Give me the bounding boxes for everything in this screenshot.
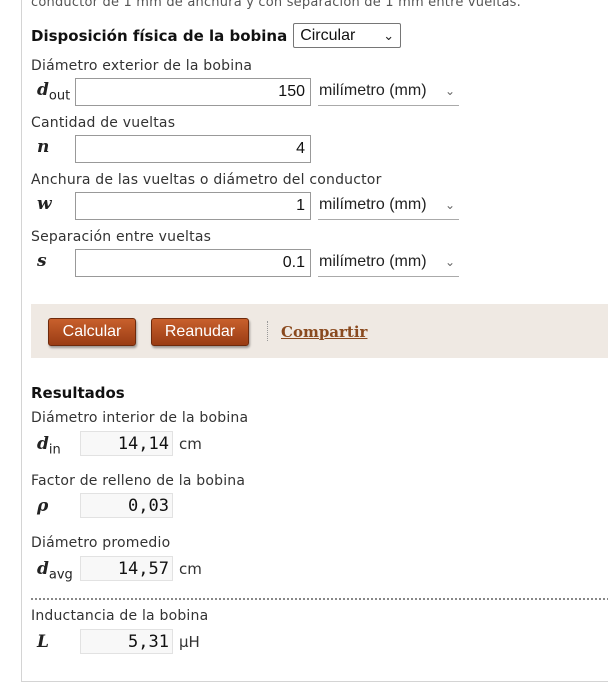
inner-diameter-symbol: din — [37, 434, 61, 458]
width-label: Anchura de las vueltas o diámetro del co… — [31, 172, 382, 188]
share-link[interactable]: Compartir — [281, 323, 367, 341]
layout-select[interactable]: Circular ⌄ — [293, 23, 402, 48]
width-symbol: w — [37, 194, 52, 214]
layout-select-value: Circular — [300, 26, 356, 44]
average-diameter-output: 14,57 — [80, 556, 173, 581]
intro-text: conductor de 1 mm de anchura y con separ… — [31, 0, 521, 10]
results-divider — [31, 598, 608, 600]
action-bar: Calcular Reanudar Compartir — [31, 304, 608, 358]
average-diameter-symbol: davg — [37, 559, 73, 583]
calculator-panel: conductor de 1 mm de anchura y con separ… — [21, 0, 608, 682]
width-input[interactable]: 1 — [75, 192, 311, 220]
inductance-symbol: L — [37, 632, 49, 652]
chevron-down-icon: ⌄ — [444, 84, 455, 98]
spacing-unit-value: milímetro (mm) — [319, 253, 427, 270]
calculate-button[interactable]: Calcular — [48, 318, 136, 346]
outer-diameter-input[interactable]: 150 — [75, 78, 311, 106]
outer-diameter-unit-select[interactable]: milímetro (mm) ⌄ — [318, 78, 459, 106]
chevron-down-icon: ⌄ — [444, 198, 455, 212]
divider — [267, 321, 268, 341]
spacing-input[interactable]: 0.1 — [75, 249, 311, 277]
inner-diameter-unit: cm — [179, 435, 202, 453]
fill-factor-output: 0,03 — [80, 493, 173, 518]
spacing-label: Separación entre vueltas — [31, 229, 212, 245]
turns-input[interactable]: 4 — [75, 135, 311, 163]
chevron-down-icon: ⌄ — [383, 27, 395, 43]
inductance-label: Inductancia de la bobina — [31, 608, 209, 624]
width-unit-value: milímetro (mm) — [319, 196, 427, 213]
turns-symbol: n — [37, 137, 50, 157]
outer-diameter-symbol: dout — [37, 80, 71, 104]
average-diameter-unit: cm — [179, 560, 202, 578]
inductance-unit: μH — [179, 633, 200, 651]
results-title: Resultados — [31, 384, 125, 402]
reset-button[interactable]: Reanudar — [151, 318, 249, 346]
inner-diameter-output: 14,14 — [80, 431, 173, 456]
inductance-output: 5,31 — [80, 629, 173, 654]
inner-diameter-label: Diámetro interior de la bobina — [31, 410, 249, 426]
fill-factor-symbol: ρ — [37, 496, 49, 516]
layout-label: Disposición física de la bobina — [31, 26, 288, 45]
outer-diameter-unit-value: milímetro (mm) — [319, 82, 427, 99]
layout-row: Disposición física de la bobina Circular… — [31, 23, 402, 48]
turns-label: Cantidad de vueltas — [31, 115, 176, 131]
width-unit-select[interactable]: milímetro (mm) ⌄ — [318, 192, 459, 220]
spacing-symbol: s — [37, 251, 47, 271]
chevron-down-icon: ⌄ — [444, 255, 455, 269]
outer-diameter-label: Diámetro exterior de la bobina — [31, 58, 253, 74]
average-diameter-label: Diámetro promedio — [31, 535, 171, 551]
spacing-unit-select[interactable]: milímetro (mm) ⌄ — [318, 249, 459, 277]
fill-factor-label: Factor de relleno de la bobina — [31, 473, 246, 489]
